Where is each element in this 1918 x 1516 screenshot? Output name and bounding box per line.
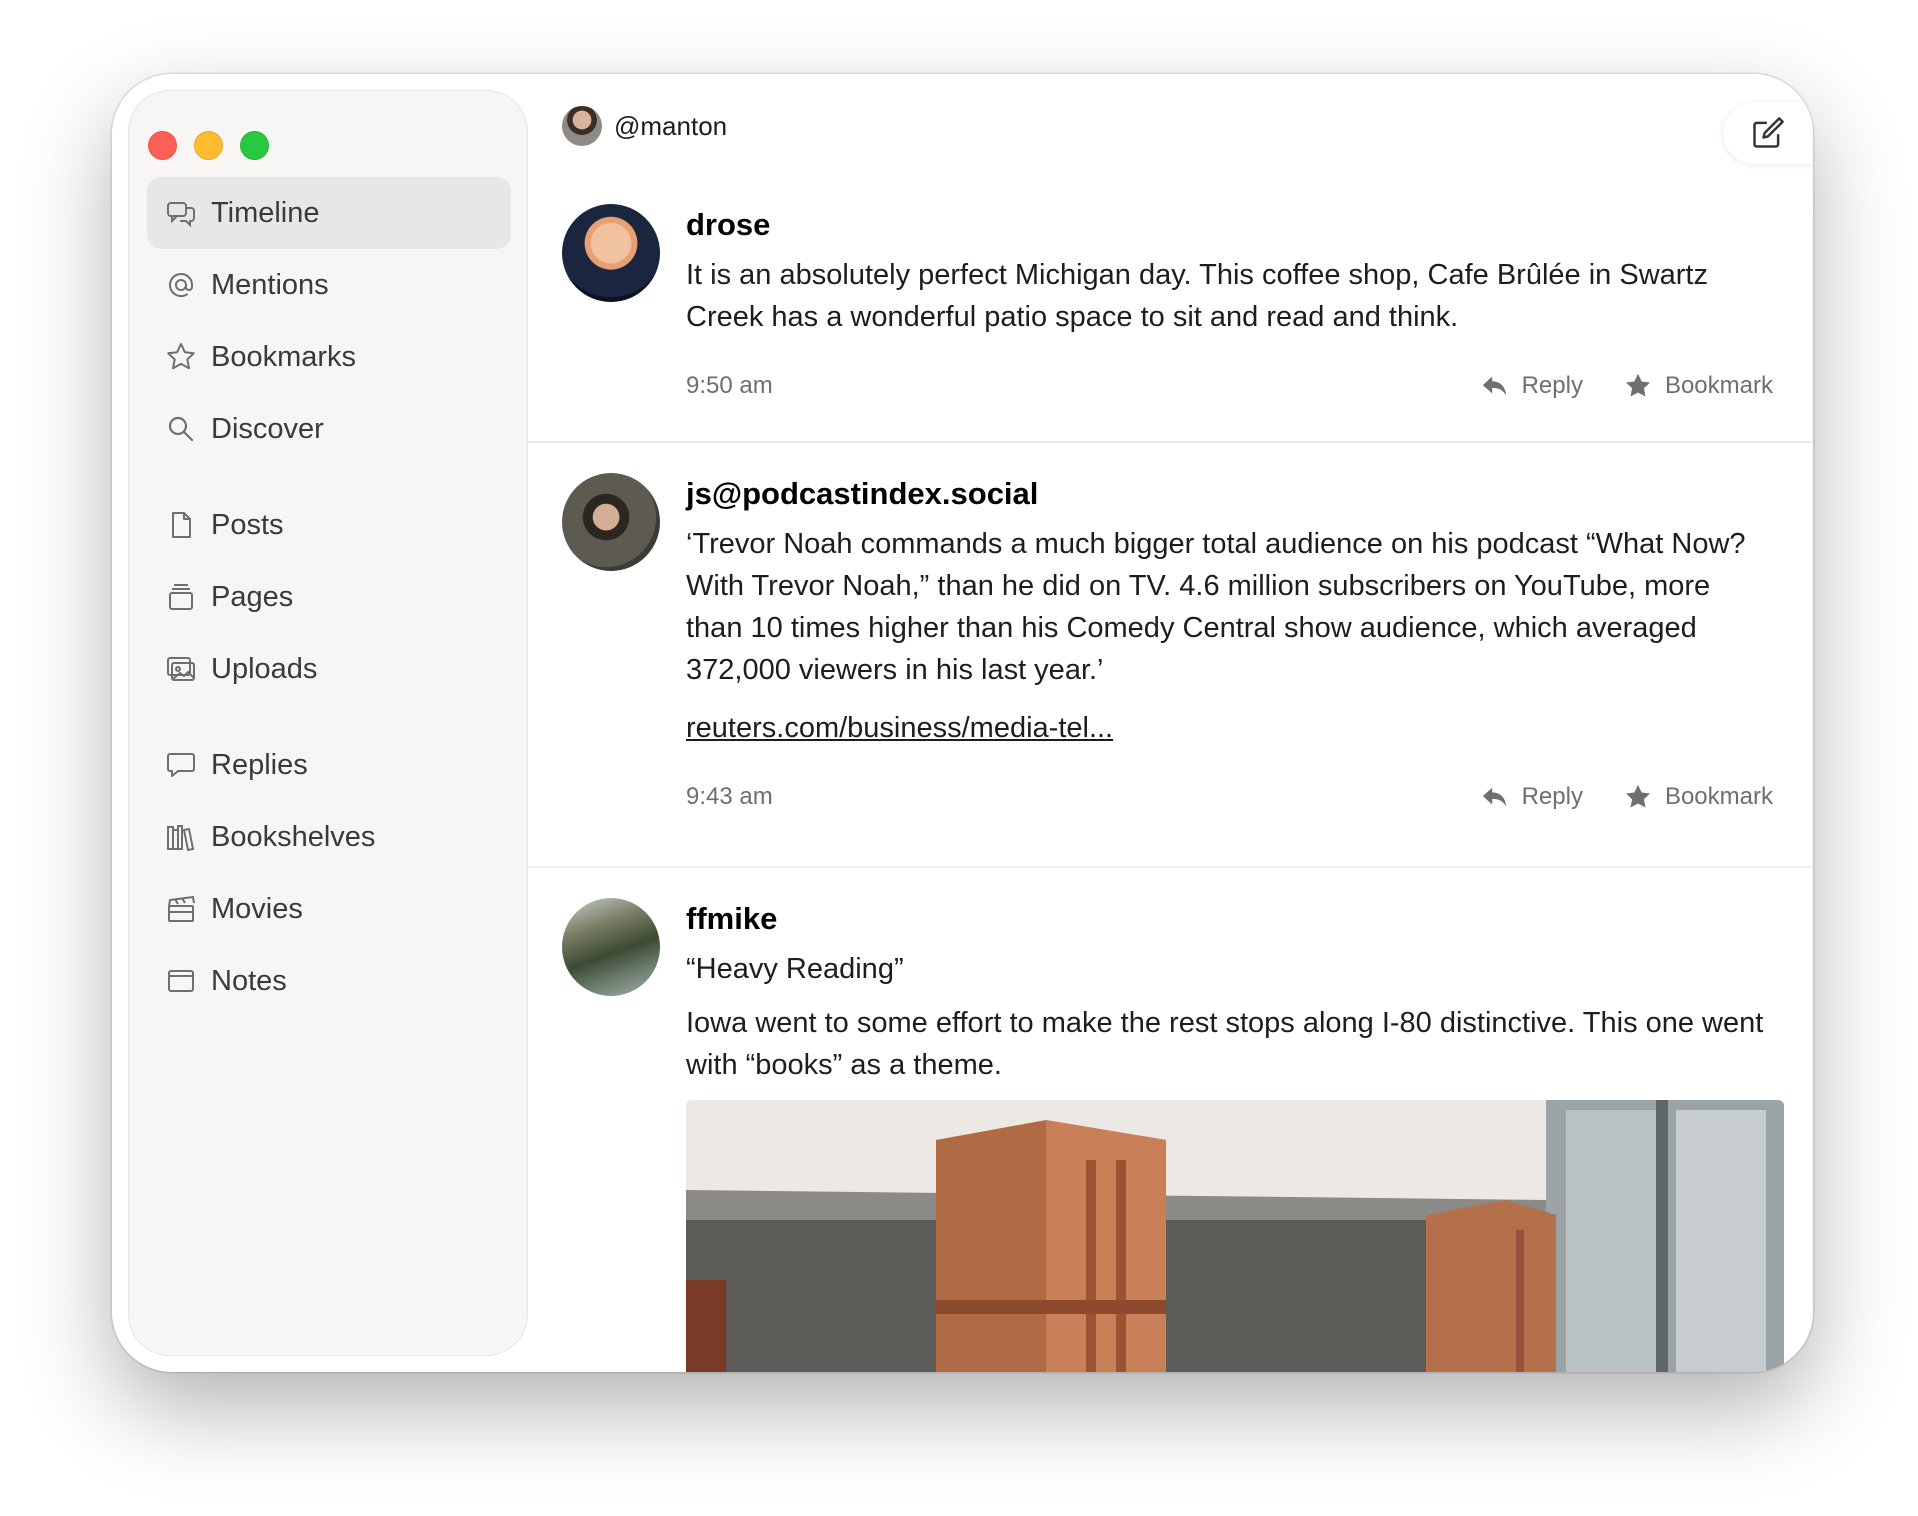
timeline-pane: @manton drose It is an absolutely perfec… — [528, 74, 1813, 1372]
close-window-button[interactable] — [148, 131, 177, 160]
sidebar-item-mentions[interactable]: Mentions — [147, 249, 511, 321]
post-link[interactable]: reuters.com/business/media-tel... — [686, 707, 1113, 749]
account-avatar[interactable] — [562, 106, 602, 146]
post-avatar[interactable] — [562, 898, 660, 996]
star-filled-icon — [1625, 784, 1650, 808]
bookmark-label: Bookmark — [1664, 783, 1773, 810]
minimize-window-button[interactable] — [194, 131, 223, 160]
post-time[interactable]: 9:50 am — [686, 372, 773, 400]
reply-label: Reply — [1521, 783, 1583, 810]
reply-arrow-icon — [1482, 376, 1506, 396]
sidebar-item-bookmarks[interactable]: Bookmarks — [147, 321, 511, 393]
sidebar: Timeline Mentions Bookmarks Discover Pos… — [128, 90, 528, 1356]
pages-stack-icon — [165, 581, 197, 613]
sidebar-item-label: Timeline — [211, 196, 320, 229]
sidebar-item-uploads[interactable]: Uploads — [147, 633, 511, 705]
search-icon — [165, 413, 197, 445]
bookmark-button[interactable]: Bookmark — [1623, 782, 1773, 812]
app-window: Timeline Mentions Bookmarks Discover Pos… — [112, 74, 1813, 1372]
post-actions: Reply Bookmark — [1480, 371, 1773, 401]
reply-button[interactable]: Reply — [1480, 371, 1583, 401]
clapperboard-icon — [165, 893, 197, 925]
photos-icon — [165, 653, 197, 685]
window-controls — [148, 131, 269, 160]
speech-bubble-icon — [165, 749, 197, 781]
reply-arrow-icon — [1482, 787, 1506, 807]
sidebar-item-discover[interactable]: Discover — [147, 393, 511, 465]
sidebar-item-bookshelves[interactable]: Bookshelves — [147, 801, 511, 873]
bookshelf-icon — [165, 821, 197, 853]
sidebar-item-label: Posts — [211, 508, 284, 541]
post-text: Iowa went to some effort to make the res… — [686, 1007, 1764, 1081]
sidebar-item-label: Pages — [211, 580, 294, 613]
post-avatar[interactable] — [562, 473, 660, 571]
compose-button[interactable] — [1723, 102, 1813, 164]
sidebar-item-timeline[interactable]: Timeline — [147, 177, 511, 249]
sidebar-item-label: Notes — [211, 964, 287, 997]
sidebar-item-posts[interactable]: Posts — [147, 489, 511, 561]
post-meta: 9:50 am Reply Bookmark — [686, 368, 1773, 404]
sidebar-nav: Timeline Mentions Bookmarks Discover Pos… — [147, 177, 511, 1017]
post-text: ‘Trevor Noah commands a much bigger tota… — [686, 528, 1746, 686]
bookmark-label: Bookmark — [1664, 372, 1773, 399]
sidebar-item-movies[interactable]: Movies — [147, 873, 511, 945]
sidebar-item-pages[interactable]: Pages — [147, 561, 511, 633]
sidebar-item-label: Discover — [211, 412, 324, 445]
star-icon — [165, 341, 197, 373]
sidebar-item-label: Bookshelves — [211, 820, 376, 853]
post-actions: Reply Bookmark — [1480, 782, 1773, 812]
account-header[interactable]: @manton — [562, 106, 727, 146]
post-author[interactable]: js@podcastindex.social — [686, 473, 1773, 515]
post-title: “Heavy Reading” — [686, 953, 904, 985]
document-icon — [165, 509, 197, 541]
star-filled-icon — [1625, 373, 1650, 397]
timeline-post: js@podcastindex.social ‘Trevor Noah comm… — [528, 443, 1813, 868]
sidebar-item-notes[interactable]: Notes — [147, 945, 511, 1017]
sidebar-item-label: Mentions — [211, 268, 329, 301]
post-photo[interactable] — [686, 1100, 1784, 1372]
reply-button[interactable]: Reply — [1480, 782, 1583, 812]
bookmark-button[interactable]: Bookmark — [1623, 371, 1773, 401]
post-meta: 9:43 am Reply Bookmark — [686, 779, 1773, 815]
sidebar-item-label: Movies — [211, 892, 303, 925]
sidebar-item-replies[interactable]: Replies — [147, 729, 511, 801]
post-text: It is an absolutely perfect Michigan day… — [686, 259, 1708, 333]
at-sign-icon — [165, 269, 197, 301]
sidebar-item-label: Uploads — [211, 652, 318, 685]
rest-stop-book-pillars-photo — [686, 1100, 1784, 1372]
compose-icon — [1753, 117, 1784, 148]
timeline-feed: drose It is an absolutely perfect Michig… — [528, 204, 1813, 1372]
note-window-icon — [165, 965, 197, 997]
post-time[interactable]: 9:43 am — [686, 783, 773, 811]
timeline-icon — [165, 197, 197, 229]
post-avatar[interactable] — [562, 204, 660, 302]
post-author[interactable]: ffmike — [686, 898, 1773, 940]
sidebar-item-label: Bookmarks — [211, 340, 357, 373]
sidebar-item-label: Replies — [211, 748, 308, 781]
timeline-post: ffmike “Heavy Reading” Iowa went to some… — [528, 868, 1813, 1372]
post-author[interactable]: drose — [686, 204, 1773, 246]
zoom-window-button[interactable] — [240, 131, 269, 160]
timeline-post: drose It is an absolutely perfect Michig… — [528, 204, 1813, 443]
account-handle: @manton — [614, 110, 728, 141]
reply-label: Reply — [1521, 372, 1583, 399]
